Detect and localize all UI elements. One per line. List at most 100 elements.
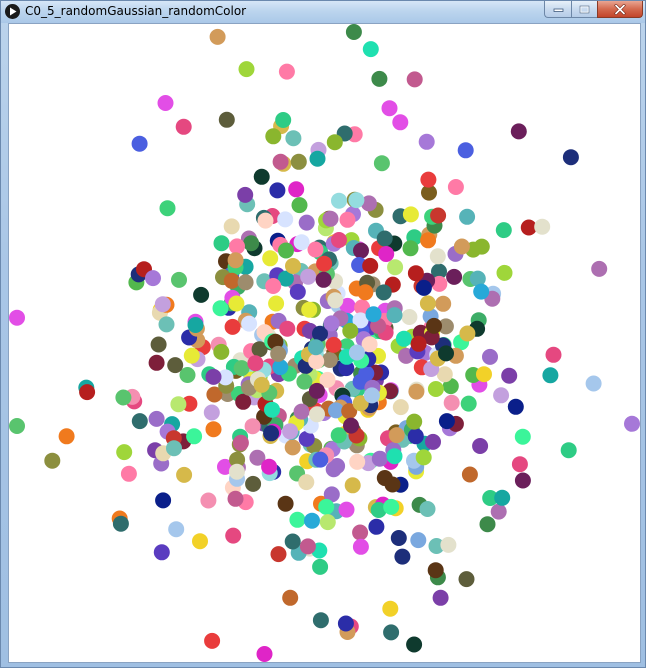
random-circle bbox=[429, 248, 446, 265]
random-circle bbox=[624, 415, 640, 432]
random-circle bbox=[289, 511, 306, 528]
random-circle bbox=[331, 192, 347, 209]
random-circle bbox=[284, 439, 301, 456]
random-circle bbox=[365, 306, 382, 323]
random-circle bbox=[371, 450, 388, 467]
random-circle bbox=[183, 347, 200, 364]
random-circle bbox=[339, 211, 356, 228]
random-circle bbox=[496, 264, 513, 281]
random-circle bbox=[237, 186, 254, 203]
random-circle bbox=[490, 503, 507, 520]
random-circle bbox=[131, 413, 148, 430]
random-circle bbox=[371, 70, 388, 87]
random-circle bbox=[562, 149, 579, 166]
random-circle bbox=[235, 393, 252, 410]
random-circle bbox=[228, 463, 245, 480]
random-circle bbox=[238, 61, 255, 78]
random-circle bbox=[343, 417, 359, 434]
random-circle bbox=[534, 218, 551, 235]
random-circle bbox=[153, 544, 170, 561]
random-circle bbox=[9, 309, 25, 326]
random-circle bbox=[408, 383, 425, 400]
random-circle bbox=[223, 218, 240, 235]
random-circle bbox=[319, 514, 336, 531]
random-circle bbox=[150, 336, 167, 353]
close-button[interactable] bbox=[597, 1, 643, 18]
random-circle bbox=[321, 352, 338, 368]
random-circle bbox=[257, 212, 274, 229]
random-circle bbox=[270, 345, 287, 362]
random-circle bbox=[227, 490, 244, 507]
random-circle bbox=[224, 318, 241, 335]
random-circle bbox=[168, 521, 185, 538]
random-circle bbox=[275, 112, 292, 128]
random-circle bbox=[9, 418, 25, 434]
random-circle bbox=[166, 440, 182, 457]
random-circle bbox=[145, 270, 161, 287]
random-circle bbox=[426, 317, 442, 334]
random-circle bbox=[415, 279, 432, 296]
sketch-canvas[interactable] bbox=[8, 23, 641, 663]
random-circle bbox=[241, 315, 258, 332]
random-circle bbox=[293, 234, 310, 251]
random-circle bbox=[326, 134, 343, 151]
random-circle bbox=[316, 255, 333, 272]
title-bar[interactable]: C0_5_randomGaussian_randomColor bbox=[1, 1, 645, 23]
window-controls bbox=[544, 1, 643, 19]
random-circle bbox=[406, 71, 423, 88]
random-circle bbox=[157, 95, 174, 111]
random-circle bbox=[227, 252, 244, 269]
random-circle bbox=[384, 476, 401, 493]
random-circle bbox=[200, 492, 217, 509]
random-circle bbox=[228, 295, 245, 312]
random-circle bbox=[175, 118, 192, 135]
close-icon bbox=[614, 3, 626, 15]
random-circle bbox=[461, 466, 478, 483]
random-circle bbox=[430, 207, 447, 224]
random-circle bbox=[507, 398, 524, 415]
random-circle bbox=[362, 41, 379, 58]
maximize-button[interactable] bbox=[571, 1, 597, 18]
random-circle bbox=[290, 153, 307, 170]
random-circle bbox=[253, 376, 270, 393]
random-circle bbox=[278, 242, 294, 259]
random-circle bbox=[446, 268, 463, 285]
minimize-button[interactable] bbox=[544, 1, 571, 18]
random-circle bbox=[223, 272, 240, 289]
random-circle bbox=[300, 268, 317, 285]
random-circle bbox=[115, 389, 132, 406]
random-circle bbox=[353, 242, 369, 259]
random-circle bbox=[247, 355, 264, 372]
random-circle bbox=[308, 353, 325, 370]
random-circle bbox=[410, 532, 427, 549]
random-circle bbox=[382, 600, 399, 617]
random-circle bbox=[204, 632, 221, 649]
random-circle bbox=[501, 367, 518, 384]
random-circle bbox=[560, 442, 577, 459]
random-circle bbox=[323, 315, 340, 332]
random-circle bbox=[386, 448, 403, 465]
random-circle bbox=[395, 330, 412, 347]
random-circle bbox=[458, 571, 475, 588]
random-circle bbox=[318, 498, 335, 515]
random-circle bbox=[265, 278, 282, 294]
random-circle bbox=[410, 335, 427, 352]
play-icon[interactable] bbox=[5, 4, 20, 19]
random-circle bbox=[209, 28, 226, 45]
random-circle bbox=[331, 232, 347, 248]
minimize-icon bbox=[553, 8, 563, 12]
random-circle bbox=[158, 316, 175, 333]
random-circle bbox=[386, 307, 403, 324]
random-circle bbox=[112, 515, 129, 532]
random-circle bbox=[277, 211, 294, 228]
random-circle bbox=[293, 403, 310, 420]
random-circle bbox=[270, 546, 287, 563]
random-circle bbox=[337, 615, 354, 632]
random-circle bbox=[187, 317, 204, 333]
random-circle bbox=[289, 283, 306, 300]
random-circle bbox=[482, 348, 498, 365]
random-circle bbox=[357, 284, 374, 301]
random-circle bbox=[407, 265, 424, 282]
random-circle bbox=[419, 501, 436, 517]
random-circle bbox=[282, 589, 299, 606]
